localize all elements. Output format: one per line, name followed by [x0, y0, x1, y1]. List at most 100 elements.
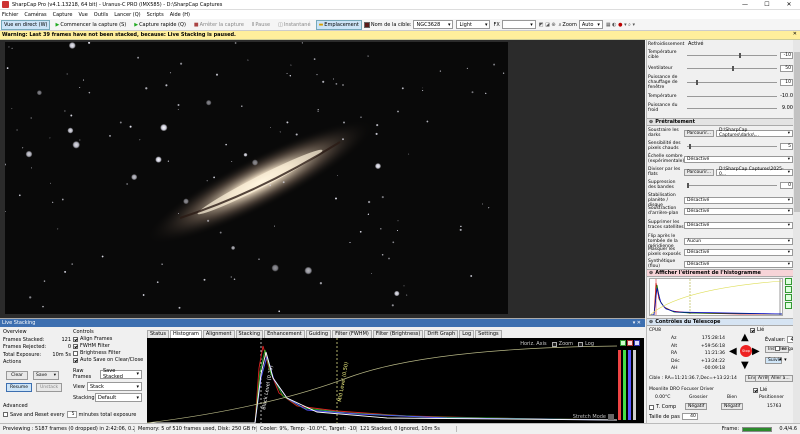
tab-log[interactable]: Log — [459, 330, 475, 338]
hot-pixel-slider[interactable] — [687, 143, 777, 149]
preprocessing-header[interactable]: ⊖ Prétraitement — [647, 118, 793, 126]
level-sliders[interactable] — [614, 350, 640, 420]
unstack-button[interactable]: Unstack — [36, 383, 62, 392]
fan-slider[interactable] — [687, 66, 777, 71]
close-icon[interactable]: ✕ — [793, 31, 797, 37]
menu-item[interactable]: Aide (H) — [170, 12, 190, 18]
stretch-histogram[interactable] — [649, 278, 783, 316]
menu-item[interactable]: Caméras — [24, 12, 46, 18]
tab-drift-graph[interactable]: Drift Graph — [424, 330, 459, 338]
display-tools-icons[interactable]: ▦ ◐ ● ▾ ⌕ ▾ — [606, 22, 635, 28]
stretch-tools[interactable] — [785, 278, 793, 316]
target-temp-slider[interactable] — [687, 52, 777, 58]
menu-item[interactable]: Vue — [78, 12, 87, 18]
tab-guiding[interactable]: Guiding — [305, 330, 332, 338]
arrow-up-icon[interactable]: ▲ — [741, 332, 749, 343]
fx-toggle-icons[interactable]: ◩ ◪ ⊕ — [539, 22, 556, 28]
menu-item[interactable]: Outils — [94, 12, 108, 18]
log-checkbox[interactable]: Log — [578, 341, 594, 347]
resume-button[interactable]: Resume — [6, 383, 32, 392]
flip-select[interactable]: Aucun ▾ — [684, 238, 793, 245]
auto-stretch-icon[interactable] — [785, 278, 792, 285]
arrow-right-icon[interactable]: ▶ — [752, 346, 760, 357]
panel-scrollbar[interactable] — [793, 40, 800, 423]
raw-frames-select[interactable]: Save Stacked ▾ — [100, 368, 142, 380]
background-select[interactable]: Désactivé ▾ — [684, 207, 793, 215]
browse-darks-button[interactable]: Parcourir... — [684, 129, 714, 137]
arrow-down-icon[interactable]: ▼ — [741, 360, 749, 371]
view-select[interactable]: Stack ▾ — [87, 382, 142, 391]
tab-filter-brightness[interactable]: Filter (Brightness) — [372, 330, 424, 338]
brightness-filter-checkbox[interactable]: Brightness Filter — [73, 350, 145, 357]
auto-stretch-icon[interactable] — [620, 340, 626, 346]
darks-select[interactable]: D:\SharpCap Captures\darks\... ▾ — [715, 128, 793, 138]
menu-item[interactable]: Fichier — [2, 12, 18, 18]
tab-histogram[interactable]: Histogram — [169, 330, 202, 338]
browse-flats-button[interactable]: Parcourir... — [684, 168, 714, 176]
mask-select[interactable]: Désactivé ▾ — [684, 248, 793, 256]
save-reset-input[interactable]: 5 — [66, 411, 77, 418]
menu-item[interactable]: Capture — [53, 12, 73, 18]
save-reset-checkbox[interactable] — [3, 412, 8, 417]
menu-item[interactable]: Lancer (Q) — [114, 12, 140, 18]
color-swatch-icon[interactable] — [363, 21, 370, 28]
fan-value[interactable]: 50 — [780, 65, 793, 72]
green-level-slider[interactable] — [623, 350, 626, 420]
reset-icon[interactable] — [627, 340, 633, 346]
flats-select[interactable]: D:\SharpCap Captures\2025-0... ▾ — [715, 167, 793, 177]
star-icon[interactable]: ★ ▾ — [778, 357, 787, 363]
heater-slider[interactable] — [687, 80, 777, 85]
telescope-header[interactable]: ⊖ Contrôles du Télescope — [647, 318, 793, 326]
zoom-select[interactable]: Auto ▾ — [578, 20, 603, 29]
tab-alignment[interactable]: Alignment — [202, 330, 235, 338]
autosave-checkbox[interactable]: Auto Save on Clear/Close — [73, 357, 145, 364]
quick-capture-button[interactable]: ▶ Capture rapide (Q) — [131, 20, 189, 30]
tab-stacking[interactable]: Stacking — [235, 330, 264, 338]
lie-checkbox[interactable]: Lié — [750, 327, 764, 333]
stabilization-select[interactable]: Désactivé ▾ — [684, 197, 793, 204]
stretch-settings-icon[interactable] — [785, 302, 792, 309]
tab-status[interactable]: Status — [147, 330, 169, 338]
red-level-slider[interactable] — [618, 350, 621, 420]
tab-settings[interactable]: Settings — [475, 330, 502, 338]
cooler-value[interactable]: Activé — [688, 41, 703, 47]
blue-level-slider[interactable] — [628, 350, 631, 420]
banding-slider[interactable] — [687, 182, 777, 188]
negative-coarse-button[interactable]: Négatif — [685, 403, 708, 410]
save-button[interactable]: Save ▾ — [33, 371, 59, 380]
fwhm-filter-checkbox[interactable]: FWHM Filter — [73, 343, 145, 350]
theme-select[interactable]: Light ▾ — [456, 20, 491, 29]
synthetic-select[interactable]: Désactivé ▾ — [684, 260, 793, 268]
image-viewer[interactable] — [0, 40, 645, 318]
live-view-button[interactable]: Vue en direct (W) — [1, 19, 51, 30]
fx-select[interactable]: ▾ — [501, 20, 536, 29]
close-button[interactable]: ✕ — [778, 0, 800, 10]
target-temp-value[interactable]: -10 — [780, 51, 793, 59]
step-size-input[interactable]: 40 — [681, 413, 698, 420]
align-frames-checkbox[interactable]: Align Frames — [73, 336, 145, 343]
snapshot-button[interactable]: ◫ Instantané — [275, 20, 313, 30]
tab-enhancement[interactable]: Enhancement — [264, 330, 305, 338]
pause-button[interactable]: Ⅱ Pause — [249, 20, 273, 30]
tcomp-checkbox[interactable]: T. Comp — [649, 404, 676, 410]
tab-filter-fwhm[interactable]: Filter (FWHM) — [332, 330, 372, 338]
reset-stretch-icon[interactable] — [785, 286, 792, 293]
stacking-select[interactable]: Default ▾ — [95, 393, 142, 402]
target-select[interactable]: NGC3628 ▾ — [413, 20, 454, 29]
minimize-button[interactable]: — — [734, 0, 756, 10]
maximize-button[interactable]: ☐ — [756, 0, 778, 10]
settings-icon[interactable] — [634, 340, 640, 346]
goto-button[interactable]: Aller à... — [768, 375, 793, 382]
arrow-left-icon[interactable]: ◀ — [729, 346, 737, 357]
stop-button[interactable]: Stop — [740, 345, 752, 357]
satellite-select[interactable]: Désactivé ▾ — [684, 221, 793, 229]
focuser-lie-checkbox[interactable]: Lié — [753, 387, 767, 393]
clear-button[interactable]: Clear — [6, 371, 28, 380]
heater-value[interactable]: 10 — [780, 79, 793, 86]
start-capture-button[interactable]: ▶ Commencer la capture (S) — [52, 20, 129, 30]
histogram-stretch-header[interactable]: ⊖ Afficher l'étirement de l'histogramme — [647, 269, 793, 277]
menu-item[interactable]: Scripts — [147, 12, 164, 18]
zoom-checkbox[interactable]: Zoom — [551, 341, 573, 347]
negative-fine-button[interactable]: Négatif — [721, 403, 744, 410]
luminance-level-slider[interactable] — [633, 350, 636, 420]
